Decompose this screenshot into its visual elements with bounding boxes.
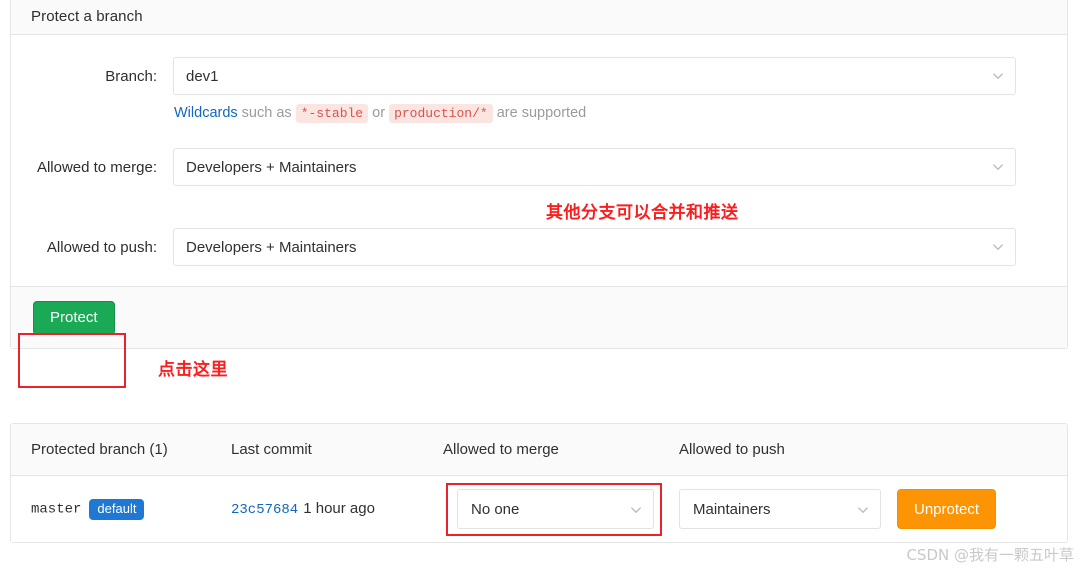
header-allowed-to-merge: Allowed to merge bbox=[443, 441, 559, 458]
annotation-click-here: 点击这里 bbox=[158, 360, 228, 380]
chevron-down-icon bbox=[857, 503, 869, 515]
row-allowed-push-select[interactable]: Maintainers bbox=[679, 489, 881, 529]
cell-branch-name: master default bbox=[11, 498, 231, 520]
status-badge: default bbox=[89, 498, 145, 520]
table-row: master default 23c57684 1 hour ago No one … bbox=[11, 476, 1067, 542]
chevron-down-icon bbox=[992, 241, 1004, 253]
field-row-allowed-push: Allowed to push: Developers + Maintainer… bbox=[11, 228, 1067, 266]
unprotect-button[interactable]: Unprotect bbox=[897, 489, 997, 529]
commit-sha-link[interactable]: 23c57684 bbox=[231, 502, 298, 518]
branch-label: Branch: bbox=[105, 68, 157, 85]
header-last-commit: Last commit bbox=[231, 441, 312, 458]
allowed-push-value: Developers + Maintainers bbox=[186, 238, 357, 256]
table-header-row: Protected branch (1) Last commit Allowed… bbox=[11, 424, 1067, 476]
cell-allowed-to-merge: No one bbox=[443, 489, 679, 529]
panel-title: Protect a branch bbox=[31, 8, 143, 25]
panel-header: Protect a branch bbox=[11, 0, 1067, 35]
branch-select-value: dev1 bbox=[186, 67, 219, 85]
row-allowed-merge-select[interactable]: No one bbox=[457, 489, 654, 529]
field-row-allowed-merge: Allowed to merge: Developers + Maintaine… bbox=[11, 148, 1067, 186]
panel-body: Branch: dev1 Wildcards such as *-stable … bbox=[11, 35, 1067, 286]
annotation-merge-push-note: 其他分支可以合并和推送 bbox=[546, 203, 739, 223]
field-row-branch: Branch: dev1 Wildcards such as *-stable … bbox=[11, 57, 1067, 124]
chevron-down-icon bbox=[630, 503, 642, 515]
allowed-merge-value: Developers + Maintainers bbox=[186, 158, 357, 176]
screenshot-root: Protect a branch Branch: dev1 Wildcards … bbox=[0, 0, 1088, 571]
help-tail: are supported bbox=[492, 105, 587, 121]
allowed-merge-select[interactable]: Developers + Maintainers bbox=[173, 148, 1016, 186]
allowed-push-control-wrap: Developers + Maintainers bbox=[173, 228, 1016, 266]
code-stable: *-stable bbox=[295, 104, 369, 123]
chevron-down-icon bbox=[992, 161, 1004, 173]
watermark: CSDN @我有一颗五叶草 bbox=[906, 546, 1074, 564]
panel-footer: Protect bbox=[11, 286, 1067, 348]
wildcards-help: Wildcards such as *-stable or production… bbox=[173, 103, 1016, 124]
cell-last-commit: 23c57684 1 hour ago bbox=[231, 500, 443, 518]
help-mid-2: or bbox=[368, 105, 390, 121]
row-allowed-push-value: Maintainers bbox=[693, 500, 771, 518]
code-production: production/* bbox=[389, 104, 493, 123]
wildcards-link[interactable]: Wildcards bbox=[174, 105, 238, 121]
allowed-push-label: Allowed to push: bbox=[46, 239, 157, 256]
branch-control-wrap: dev1 Wildcards such as *-stable or produ… bbox=[173, 57, 1016, 124]
header-allowed-to-push: Allowed to push bbox=[679, 441, 785, 458]
allowed-merge-label: Allowed to merge: bbox=[36, 159, 157, 176]
allowed-push-select[interactable]: Developers + Maintainers bbox=[173, 228, 1016, 266]
allowed-merge-control-wrap: Developers + Maintainers bbox=[173, 148, 1016, 186]
help-mid-1: such as bbox=[237, 105, 296, 121]
cell-actions: Unprotect bbox=[897, 489, 1067, 529]
protect-button[interactable]: Protect bbox=[33, 300, 115, 335]
chevron-down-icon bbox=[992, 70, 1004, 82]
commit-time-text: 1 hour ago bbox=[303, 500, 375, 517]
row-allowed-merge-value: No one bbox=[471, 500, 520, 518]
branch-name-text: master bbox=[31, 501, 82, 517]
header-protected-branch: Protected branch (1) bbox=[31, 441, 168, 458]
protect-branch-panel: Protect a branch Branch: dev1 Wildcards … bbox=[10, 0, 1068, 349]
branch-select[interactable]: dev1 bbox=[173, 57, 1016, 95]
protected-branches-table: Protected branch (1) Last commit Allowed… bbox=[10, 423, 1068, 543]
cell-allowed-to-push: Maintainers bbox=[679, 489, 897, 529]
